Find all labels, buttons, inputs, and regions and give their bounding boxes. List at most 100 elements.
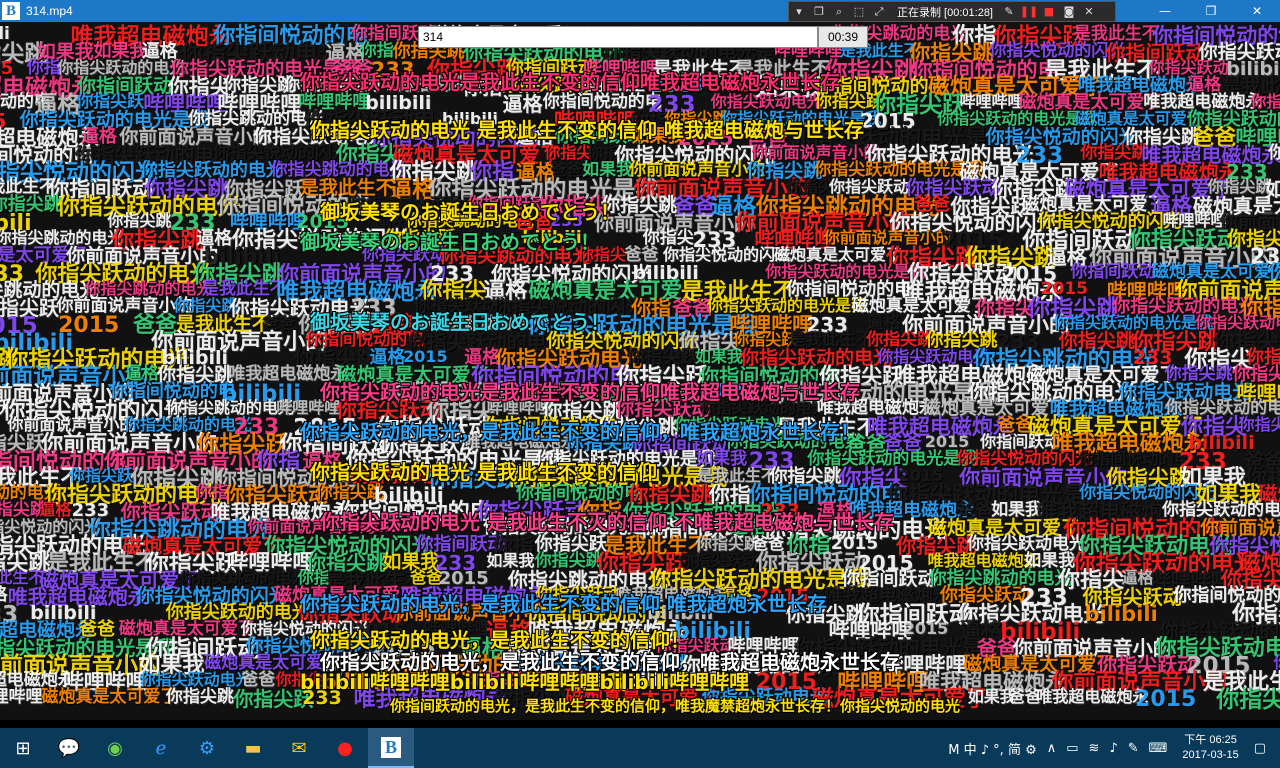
danmaku-comment: 唯我超电磁炮永 (1036, 687, 1149, 706)
mail-icon[interactable]: ✉ (276, 728, 322, 768)
clock-date: 2017-03-15 (1182, 749, 1239, 761)
danmaku-comment: 你指尖跳动的电光 (1268, 143, 1280, 163)
danmaku-comment: 你指尖跃动的电光 (1216, 687, 1280, 713)
danmaku-highlight: 你指尖跃动的电光是我此生不变的信仰唯我超电磁炮与世长存 (320, 380, 860, 404)
minimize-button[interactable]: — (1142, 0, 1188, 22)
camera-icon[interactable]: ◙ (1059, 2, 1079, 21)
danmaku-comment: 你指尖 (1250, 92, 1280, 111)
danmaku-comment: 你指尖跳动的电光 (0, 228, 124, 247)
danmaku-comment: 2015 (898, 466, 944, 485)
danmaku-comment: 2015 (403, 347, 448, 366)
browser-icon[interactable]: ◉ (92, 728, 138, 768)
danmaku-highlight: 你指尖跃动的电光，是我此生不变的信仰，唯我超炮永世长存！ (300, 420, 860, 444)
danmaku-comment: 如果我 (486, 551, 535, 570)
subtitle-line: 你指间跃动的电光，是我此生不变的信仰，唯我魔禁超炮永世长存！你指尖悦动的电光 (390, 697, 961, 715)
danmaku-comment: 2015 (903, 619, 949, 638)
danmaku-comment: 你指尖跃动的电光是我 (937, 109, 1098, 128)
close-button[interactable]: ✕ (1234, 0, 1280, 22)
danmaku-comment: 爸爸 (752, 534, 785, 553)
restore-icon[interactable]: ❐ (809, 2, 829, 21)
region-select-icon[interactable]: ⬚ (849, 2, 869, 21)
danmaku-comment: 你指尖跳动的电光 (165, 398, 294, 417)
danmaku-comment: 磁炮真是太可爱了 (41, 687, 178, 707)
danmaku-highlight: 御坂美琴のお誕生日おめでとう！ (310, 310, 610, 334)
chevron-up-icon[interactable]: ∧ (1047, 741, 1057, 756)
danmaku-comment: 你指尖跃 (68, 466, 133, 485)
danmaku-comment: 你指尖跳动的电光 (179, 568, 308, 587)
danmaku-comment: 2015 (1135, 687, 1197, 712)
danmaku-comment: 你指 (1274, 655, 1280, 671)
danmaku-comment: 你前面说声音小的 (7, 415, 136, 434)
danmaku-highlight: 你指尖跃动的电光，是我此生不变的信仰，唯我超电磁炮永世长存 (320, 650, 900, 674)
ime-indicator[interactable]: M 中 ♪ °, 简 ⚙ (948, 739, 1036, 758)
danmaku-comment: 你指尖悦动的闪光 (662, 245, 791, 264)
danmaku-comment: 你指尖 (544, 143, 593, 162)
wifi-icon[interactable]: ≋ (1089, 741, 1100, 756)
danmaku-comment: 逼格 (39, 500, 72, 519)
danmaku-comment: 磁炮真是太可爱了 (773, 245, 902, 264)
window-title: 314.mp4 (26, 4, 73, 18)
danmaku-comment: 你指尖跳 (1238, 415, 1280, 434)
chat-icon[interactable]: 💬 (46, 728, 92, 768)
player-app-icon[interactable]: B (368, 728, 414, 768)
pen-icon[interactable]: ✎ (999, 2, 1019, 21)
stop-icon[interactable]: ■ (1039, 2, 1059, 21)
notification-icon[interactable]: ▢ (1254, 741, 1266, 756)
danmaku-comment: 爸爸 (263, 313, 296, 332)
danmaku-highlight: 御坂美琴のお誕生日おめでとう！ (320, 200, 620, 224)
search-input[interactable] (418, 26, 818, 48)
danmaku-comment: 你指间跃动 (980, 432, 1061, 451)
zoom-icon[interactable]: ⌕ (829, 2, 849, 21)
maximize-button[interactable]: ❐ (1188, 0, 1234, 22)
file-explorer-icon[interactable]: ▬ (230, 728, 276, 768)
battery-icon[interactable]: ▭ (1066, 741, 1078, 756)
pause-icon[interactable]: ❚❚ (1019, 2, 1039, 21)
recorder-app-icon[interactable]: ● (322, 728, 368, 768)
volume-icon[interactable]: ♪ (1109, 741, 1117, 756)
danmaku-comment: 唯我超电磁炮永 (927, 551, 1040, 570)
app-logo-icon: B (2, 2, 20, 20)
clock-time: 下午 06:25 (1184, 734, 1237, 746)
video-player[interactable]: bilibili唯我超电磁炮永你指间悦动的电你指间跃动磁炮真是太可爱了你指间跃动… (0, 22, 1280, 720)
danmaku-comment: 爸爸 (410, 568, 443, 587)
keyboard-icon[interactable]: ⌨ (1149, 741, 1168, 756)
danmaku-comment: 你指尖跃动的电光是我 (765, 262, 926, 281)
danmaku-highlight: 你指尖跃动的电光，是我此生不变的信仰！ (310, 628, 690, 652)
danmaku-comment: 你指间悦动的电 (1078, 449, 1191, 468)
danmaku-highlight: bilibili哔哩哔哩bilibili哔哩哔哩bilibili哔哩哔哩 (300, 670, 750, 694)
recorder-close-icon[interactable]: ✕ (1079, 2, 1099, 21)
danmaku-comment: 你指尖跃动电光 (1195, 313, 1280, 332)
danmaku-comment: 你指尖跃动的电光是我 (1053, 313, 1214, 332)
danmaku-comment: 哔哩哔哩 (959, 92, 1024, 111)
start-menu-icon[interactable]: ⊞ (0, 728, 46, 768)
danmaku-comment: 哔哩哔哩 (0, 687, 43, 707)
system-tray: M 中 ♪ °, 简 ⚙ ∧ ▭ ≋ ♪ ✎ ⌨ 下午 06:25 2017-0… (943, 728, 1280, 768)
danmaku-comment: 你指尖跃动 (1148, 58, 1229, 77)
danmaku-comment: 你指尖跃动的电光 (57, 58, 186, 77)
danmaku-highlight: 你指尖跃动的电光 是我此生不变的信仰 唯我超电磁炮与世长存 (310, 118, 864, 142)
danmaku-comment: 你指尖跳 (1207, 177, 1272, 196)
clock[interactable]: 下午 06:25 2017-03-15 (1182, 733, 1238, 763)
danmaku-comment: bilibili (1084, 602, 1158, 626)
settings-icon[interactable]: ⚙ (184, 728, 230, 768)
dropdown-icon[interactable]: ▾ (789, 2, 809, 21)
time-display: 00:39 (818, 26, 868, 48)
danmaku-highlight: 你指尖跃动的电光是我此生不变的信仰唯我超电磁炮永世长存 (300, 70, 840, 94)
edge-icon[interactable]: ℯ (138, 728, 184, 768)
danmaku-highlight: 你指尖跃动的电光 是我此生不灭的信仰 不唯我超电磁炮与世长存 (320, 510, 894, 534)
danmaku-comment: 逼格 (502, 92, 543, 116)
danmaku-comment: 你指尖跃动电光 (139, 670, 252, 689)
danmaku-comment: 磁炮真是太可爱了 (1074, 109, 1203, 128)
danmaku-comment: 你指尖跳 (173, 296, 238, 315)
danmaku-comment: 爸爸 (550, 160, 583, 179)
danmaku-highlight: 御坂美琴のお誕生日おめでとう！ (300, 230, 600, 254)
pen-tray-icon[interactable]: ✎ (1128, 741, 1139, 756)
taskbar: ⊞ 💬 ◉ ℯ ⚙ ▬ ✉ ● B M 中 ♪ °, 简 ⚙ ∧ ▭ ≋ ♪ ✎… (0, 728, 1280, 768)
danmaku-comment: 你前面说声音小的 (823, 228, 952, 247)
danmaku-highlight: 你指尖跃动的电光 是我此生不变的信仰 (310, 460, 657, 484)
danmaku-comment: 你指尖跳动的电光 (84, 279, 213, 298)
danmaku-comment: 逼格 (1121, 568, 1154, 587)
danmaku-highlight: 你指尖跃动的电光，是我此生不变的信仰 唯我超炮永世长存 (300, 592, 827, 616)
danmaku-comment: 你指尖悦动的闪光 (0, 517, 101, 536)
fullscreen-icon[interactable]: ⤢ (869, 2, 889, 21)
